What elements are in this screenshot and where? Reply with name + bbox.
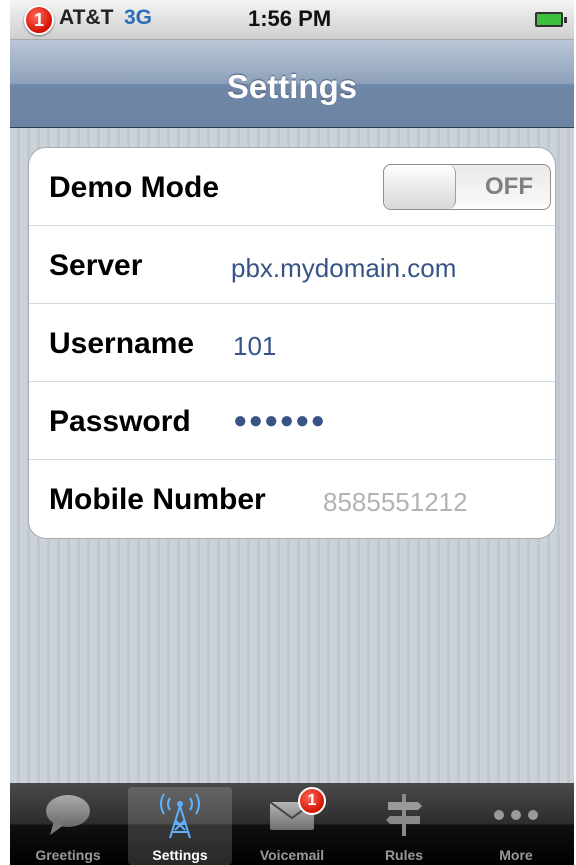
mobile-number-row[interactable]: Mobile Number 8585551212 — [29, 460, 555, 538]
signpost-icon — [352, 789, 456, 841]
demo-mode-row: Demo Mode OFF — [29, 148, 555, 226]
status-bar: 1 AT&T 3G 1:56 PM — [10, 0, 574, 40]
tab-bar: Greetings Settings 1 Voicemail Rules Mor… — [10, 783, 574, 865]
server-field[interactable]: pbx.mydomain.com — [231, 253, 456, 284]
carrier-name: AT&T — [59, 6, 114, 29]
username-row[interactable]: Username 101 — [29, 304, 555, 382]
password-field[interactable]: ●●●●●● — [233, 407, 326, 435]
tab-voicemail[interactable]: 1 Voicemail — [240, 787, 344, 865]
tab-label: Greetings — [35, 847, 101, 863]
page-title: Settings — [226, 68, 358, 105]
tab-more[interactable]: More — [464, 787, 568, 865]
password-label: Password — [49, 405, 191, 438]
tab-greetings[interactable]: Greetings — [16, 787, 120, 865]
password-row[interactable]: Password ●●●●●● — [29, 382, 555, 460]
settings-screen: 1 AT&T 3G 1:56 PM Settings Demo Mode OFF… — [10, 0, 574, 865]
username-field[interactable]: 101 — [233, 331, 276, 362]
tab-settings[interactable]: Settings — [128, 787, 232, 865]
server-label: Server — [49, 249, 143, 282]
server-row[interactable]: Server pbx.mydomain.com — [29, 226, 555, 304]
notification-badge: 1 — [24, 5, 54, 35]
tab-rules[interactable]: Rules — [352, 787, 456, 865]
settings-group: Demo Mode OFF Server pbx.mydomain.com Us… — [28, 147, 556, 539]
tab-label: Rules — [384, 847, 424, 863]
envelope-icon — [240, 789, 344, 841]
mobile-number-field[interactable]: 8585551212 — [323, 487, 468, 518]
tab-label: Voicemail — [259, 847, 325, 863]
tab-label: More — [499, 847, 533, 863]
demo-mode-label: Demo Mode — [49, 171, 220, 204]
speech-bubble-icon — [16, 789, 120, 841]
more-dots-icon — [464, 789, 568, 841]
status-time: 1:56 PM — [248, 6, 332, 31]
toggle-state-label: OFF — [485, 173, 533, 200]
demo-mode-toggle[interactable]: OFF — [383, 164, 551, 210]
navigation-bar: Settings — [10, 40, 574, 128]
antenna-tower-icon — [128, 789, 232, 841]
mobile-number-label: Mobile Number — [49, 483, 266, 516]
network-type: 3G — [124, 6, 153, 29]
voicemail-badge: 1 — [298, 787, 326, 815]
battery-charging-icon — [535, 12, 567, 27]
tab-label: Settings — [152, 847, 208, 863]
username-label: Username — [49, 327, 195, 360]
toggle-knob[interactable] — [384, 165, 456, 209]
